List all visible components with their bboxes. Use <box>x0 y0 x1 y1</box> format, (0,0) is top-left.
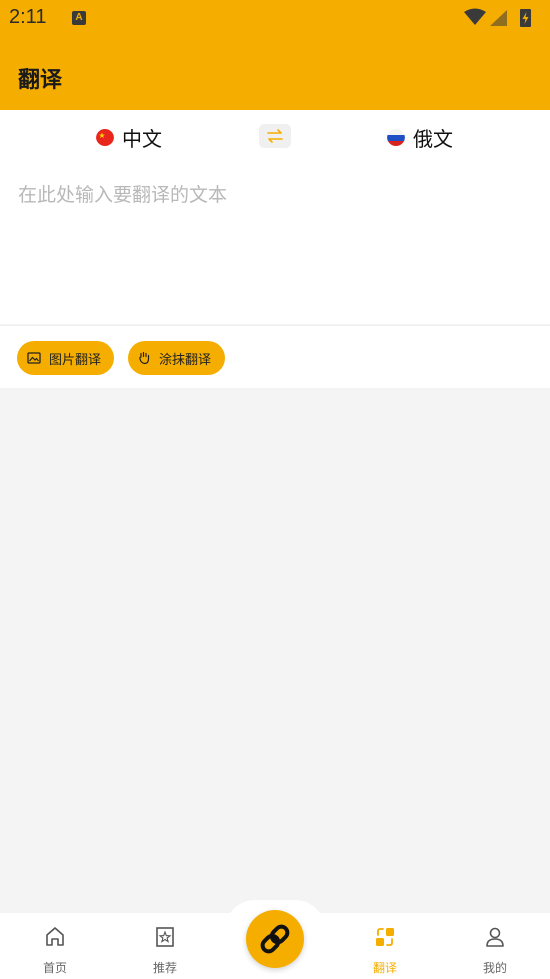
source-language-selector[interactable]: 中文 <box>96 124 162 151</box>
nav-label-translate: 翻译 <box>372 961 397 975</box>
status-time: 2:11 <box>9 6 47 28</box>
nav-item-translate[interactable]: 翻译 <box>330 913 440 979</box>
source-language-label: 中文 <box>122 126 162 151</box>
star-bookmark-icon <box>156 927 174 947</box>
nav-item-home[interactable]: 首页 <box>0 913 110 979</box>
notification-icon: A <box>72 11 86 25</box>
nav-label-recommend: 推荐 <box>152 961 177 975</box>
translate-icon <box>376 928 394 946</box>
status-bar: 2:11 A <box>0 0 550 36</box>
link-fab-button[interactable] <box>246 910 304 968</box>
photo-translate-button[interactable]: 图片翻译 <box>17 341 114 375</box>
china-flag-icon <box>96 128 114 146</box>
page-title: 翻译 <box>18 68 63 93</box>
target-language-label: 俄文 <box>413 126 453 151</box>
hand-icon <box>139 351 150 365</box>
swap-languages-button[interactable] <box>259 124 291 148</box>
russia-flag-icon <box>387 128 405 146</box>
photo-translate-label: 图片翻译 <box>49 352 102 368</box>
signal-icon <box>490 10 507 26</box>
translation-panel: 中文 俄文 <box>0 110 550 324</box>
system-status-icons <box>464 8 531 27</box>
user-icon <box>486 927 504 947</box>
swap-icon <box>267 129 283 143</box>
nav-label-mine: 我的 <box>482 961 507 975</box>
app-header: 2:11 A 翻译 <box>0 0 550 110</box>
image-icon <box>27 352 41 364</box>
target-language-selector[interactable]: 俄文 <box>387 124 453 151</box>
action-bar: 图片翻译 涂抹翻译 <box>0 325 550 388</box>
nav-label-home: 首页 <box>42 961 67 975</box>
smear-translate-label: 涂抹翻译 <box>159 352 212 368</box>
wifi-icon <box>464 8 486 25</box>
home-icon <box>46 927 64 946</box>
nav-item-recommend[interactable]: 推荐 <box>110 913 220 979</box>
smear-translate-button[interactable]: 涂抹翻译 <box>128 341 225 375</box>
link-icon <box>260 924 290 954</box>
translation-text-input[interactable] <box>0 180 550 310</box>
nav-item-mine[interactable]: 我的 <box>440 913 550 979</box>
